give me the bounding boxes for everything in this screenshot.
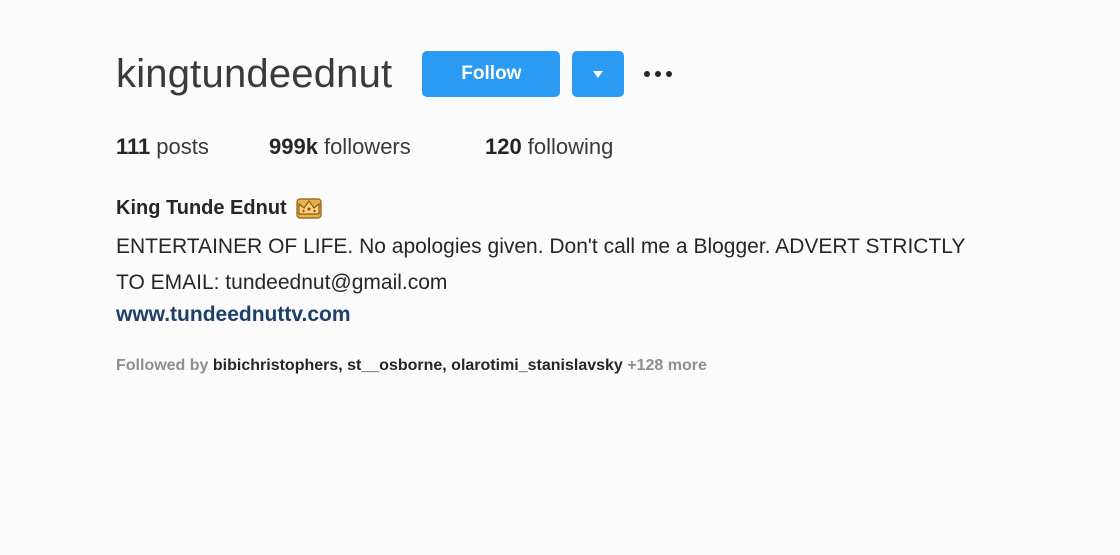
more-options-icon xyxy=(644,71,651,77)
followers-label: followers xyxy=(323,134,411,159)
bio-line: TO EMAIL: tundeednut@gmail.com xyxy=(116,271,448,294)
more-options-icon-dot xyxy=(666,71,673,77)
full-name: King Tunde Ednut xyxy=(116,196,323,220)
following-count: 120 xyxy=(485,134,522,159)
posts-label: posts xyxy=(156,134,209,159)
followed-by[interactable]: Followed by bibichristophers, st__osborn… xyxy=(116,357,707,375)
chevron-down-icon xyxy=(593,70,604,78)
followed-by-names: bibichristophers, st__osborne, olarotimi… xyxy=(212,357,623,374)
posts-count: 111 xyxy=(116,134,151,159)
suggestions-dropdown-button[interactable] xyxy=(572,51,625,97)
following-label: following xyxy=(527,134,614,159)
username: kingtundeednut xyxy=(116,52,393,96)
followed-by-more: +128 more xyxy=(627,357,707,374)
website-link[interactable]: www.tundeednuttv.com xyxy=(116,303,351,327)
profile-page: kingtundeednut Follow 111 posts 999k fol… xyxy=(0,0,1120,555)
more-options-icon-dot xyxy=(655,71,662,77)
followed-by-prefix: Followed by xyxy=(116,357,209,374)
bio: ENTERTAINER OF LIFE. No apologies given.… xyxy=(116,229,1056,301)
bio-line: ENTERTAINER OF LIFE. No apologies given.… xyxy=(116,235,966,258)
profile-header: kingtundeednut Follow xyxy=(116,46,673,102)
posts-stat: 111 posts xyxy=(116,134,269,160)
following-stat[interactable]: 120 following xyxy=(485,134,613,160)
followers-count: 999k xyxy=(269,134,318,159)
more-options-button[interactable] xyxy=(644,51,673,97)
profile-stats: 111 posts 999k followers 120 following xyxy=(116,134,613,160)
crown-icon xyxy=(296,198,322,219)
followers-stat[interactable]: 999k followers xyxy=(269,134,485,160)
follow-button[interactable]: Follow xyxy=(422,51,561,97)
full-name-text: King Tunde Ednut xyxy=(116,196,287,219)
